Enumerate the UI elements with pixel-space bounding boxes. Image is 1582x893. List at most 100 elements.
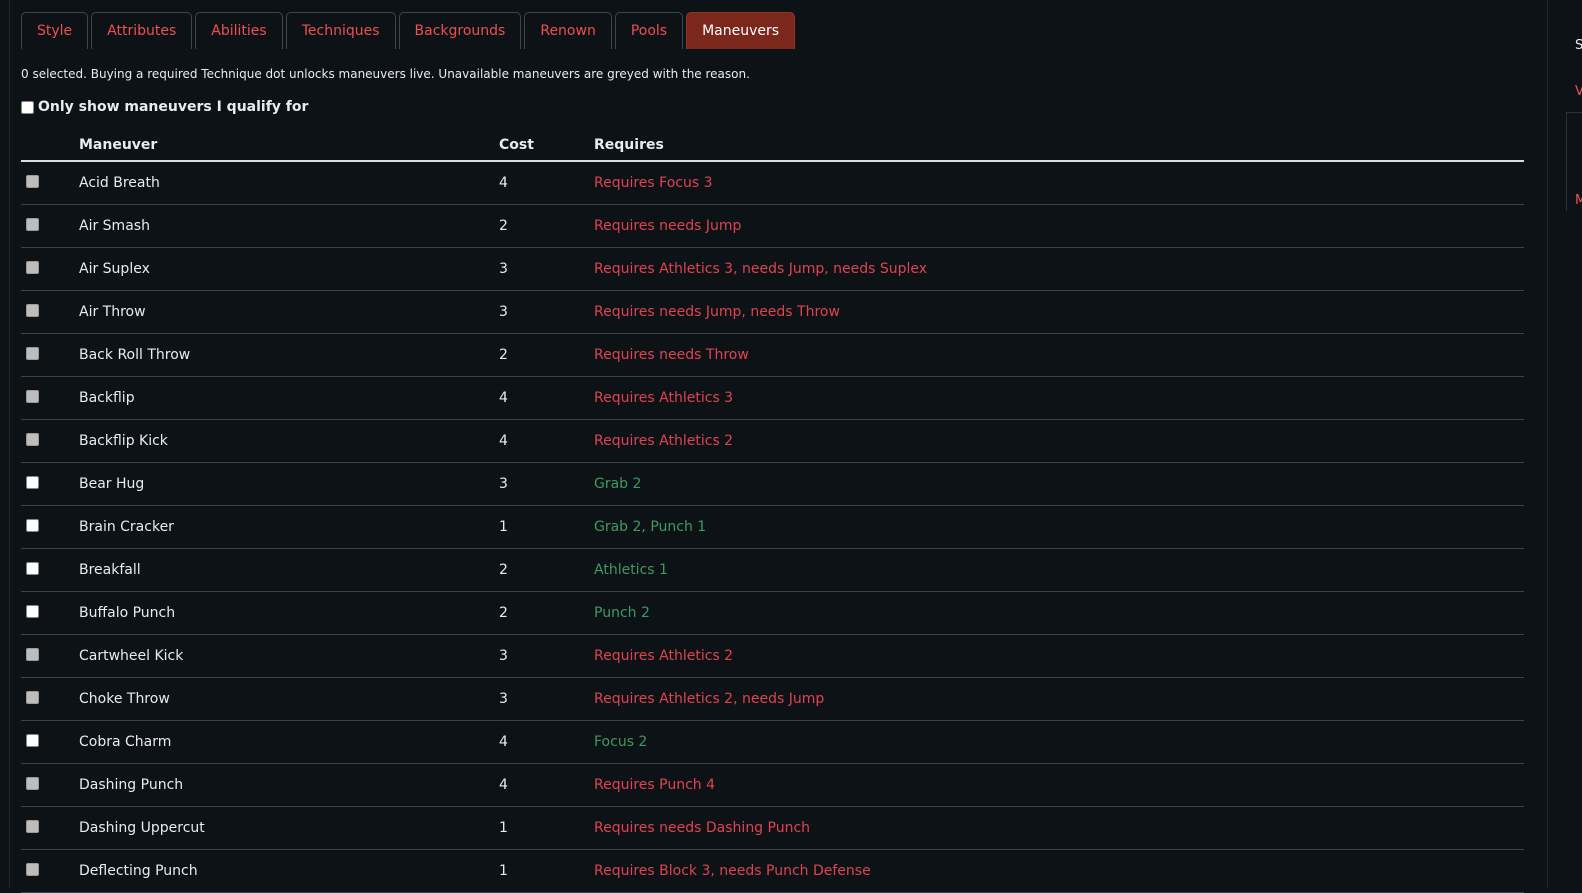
table-row: Air Smash 2 Requires needs Jump	[21, 204, 1524, 248]
maneuver-name: Dashing Punch	[79, 763, 499, 807]
maneuver-name: Cartwheel Kick	[79, 634, 499, 678]
table-row: Choke Throw 3 Requires Athletics 2, needs …	[21, 677, 1524, 721]
row-select-cell	[21, 161, 79, 205]
maneuver-checkbox	[26, 647, 39, 661]
maneuver-cost: 1	[499, 806, 594, 850]
maneuver-requires: Requires Block 3, needs Punch Defense	[594, 849, 1524, 893]
maneuver-cost: 4	[499, 763, 594, 807]
maneuver-name: Back Roll Throw	[79, 333, 499, 377]
row-select-cell	[21, 763, 79, 807]
row-select-cell	[21, 204, 79, 248]
maneuver-cost: 3	[499, 677, 594, 721]
maneuver-requires: Punch 2	[594, 591, 1524, 635]
maneuver-requires: Requires Athletics 2	[594, 634, 1524, 678]
table-row: Backflip Kick 4 Requires Athletics 2	[21, 419, 1524, 463]
maneuver-requires: Requires Athletics 3	[594, 376, 1524, 420]
header-maneuver: Maneuver	[79, 130, 499, 162]
maneuver-cost: 3	[499, 290, 594, 334]
maneuver-requires: Requires Focus 3	[594, 161, 1524, 205]
maneuver-requires: Requires needs Throw	[594, 333, 1524, 377]
tab-maneuvers[interactable]: Maneuvers	[686, 12, 796, 49]
row-select-cell	[21, 591, 79, 635]
selection-info-text: 0 selected. Buying a required Technique …	[21, 67, 750, 81]
table-row: Brain Cracker 1 Grab 2, Punch 1	[21, 505, 1524, 549]
header-select	[21, 130, 79, 162]
row-select-cell	[21, 462, 79, 506]
maneuver-name: Backflip Kick	[79, 419, 499, 463]
maneuver-cost: 3	[499, 634, 594, 678]
maneuver-name: Air Suplex	[79, 247, 499, 291]
table-row: Bear Hug 3 Grab 2	[21, 462, 1524, 506]
maneuver-checkbox[interactable]	[26, 733, 39, 747]
table-row: Deflecting Punch 1 Requires Block 3, needs…	[21, 849, 1524, 893]
maneuver-name: Acid Breath	[79, 161, 499, 205]
table-row: Cobra Charm 4 Focus 2	[21, 720, 1524, 764]
maneuver-checkbox[interactable]	[26, 518, 39, 532]
row-select-cell	[21, 419, 79, 463]
maneuver-checkbox[interactable]	[26, 475, 39, 489]
maneuver-requires: Grab 2	[594, 462, 1524, 506]
tab-backgrounds[interactable]: Backgrounds	[398, 12, 522, 49]
maneuver-checkbox[interactable]	[26, 604, 39, 618]
table-row: Dashing Punch 4 Requires Punch 4	[21, 763, 1524, 807]
maneuver-checkbox	[26, 217, 39, 231]
row-select-cell	[21, 720, 79, 764]
table-body: Acid Breath 4 Requires Focus 3 Air Smash 2 Re…	[21, 161, 1524, 893]
maneuver-cost: 4	[499, 161, 594, 205]
table-row: Air Throw 3 Requires needs Jump, needs Thr…	[21, 290, 1524, 334]
table-row: Cartwheel Kick 3 Requires Athletics 2	[21, 634, 1524, 678]
maneuver-cost: 4	[499, 376, 594, 420]
qualify-filter-checkbox[interactable]	[21, 100, 34, 114]
side-panel-link-1[interactable]: V	[1575, 84, 1582, 99]
table-row: Air Suplex 3 Requires Athletics 3, needs J…	[21, 247, 1524, 291]
tab-renown[interactable]: Renown	[524, 12, 612, 49]
side-panel-divider	[1547, 0, 1548, 889]
maneuver-name: Deflecting Punch	[79, 849, 499, 893]
row-select-cell	[21, 333, 79, 377]
maneuver-checkbox	[26, 819, 39, 833]
maneuver-name: Dashing Uppercut	[79, 806, 499, 850]
maneuver-requires: Requires Punch 4	[594, 763, 1524, 807]
row-select-cell	[21, 376, 79, 420]
table-row: Acid Breath 4 Requires Focus 3	[21, 161, 1524, 205]
left-border	[9, 0, 10, 889]
row-select-cell	[21, 548, 79, 592]
tab-pools[interactable]: Pools	[614, 12, 684, 49]
row-select-cell	[21, 505, 79, 549]
row-select-cell	[21, 806, 79, 850]
table-row: Buffalo Punch 2 Punch 2	[21, 591, 1524, 635]
maneuvers-table: Maneuver Cost Requires Acid Breath 4 Requi…	[21, 130, 1524, 893]
maneuver-name: Backflip	[79, 376, 499, 420]
tab-attributes[interactable]: Attributes	[91, 12, 193, 49]
table-header-row: Maneuver Cost Requires	[21, 130, 1524, 162]
maneuver-name: Breakfall	[79, 548, 499, 592]
maneuver-cost: 4	[499, 720, 594, 764]
table-row: Backflip 4 Requires Athletics 3	[21, 376, 1524, 420]
maneuver-name: Air Smash	[79, 204, 499, 248]
table-row: Dashing Uppercut 1 Requires needs Dashing …	[21, 806, 1524, 850]
row-select-cell	[21, 677, 79, 721]
tab-abilities[interactable]: Abilities	[195, 12, 283, 49]
row-select-cell	[21, 290, 79, 334]
maneuver-checkbox	[26, 690, 39, 704]
qualify-filter[interactable]: Only show maneuvers I qualify for	[21, 99, 308, 115]
maneuver-requires: Requires needs Dashing Punch	[594, 806, 1524, 850]
maneuver-checkbox	[26, 260, 39, 274]
maneuver-requires: Requires Athletics 3, needs Jump, needs …	[594, 247, 1524, 291]
row-select-cell	[21, 849, 79, 893]
row-select-cell	[21, 247, 79, 291]
maneuver-requires: Requires needs Jump, needs Throw	[594, 290, 1524, 334]
header-requires: Requires	[594, 130, 1524, 162]
maneuver-checkbox	[26, 303, 39, 317]
maneuver-cost: 3	[499, 462, 594, 506]
maneuver-cost: 2	[499, 333, 594, 377]
maneuver-name: Bear Hug	[79, 462, 499, 506]
side-panel-link-2[interactable]: M	[1575, 193, 1582, 208]
tab-techniques[interactable]: Techniques	[285, 12, 396, 49]
tab-style[interactable]: Style	[21, 12, 89, 49]
maneuver-name: Choke Throw	[79, 677, 499, 721]
maneuver-checkbox[interactable]	[26, 561, 39, 575]
maneuver-cost: 2	[499, 204, 594, 248]
maneuver-checkbox	[26, 776, 39, 790]
maneuver-requires: Requires Athletics 2	[594, 419, 1524, 463]
